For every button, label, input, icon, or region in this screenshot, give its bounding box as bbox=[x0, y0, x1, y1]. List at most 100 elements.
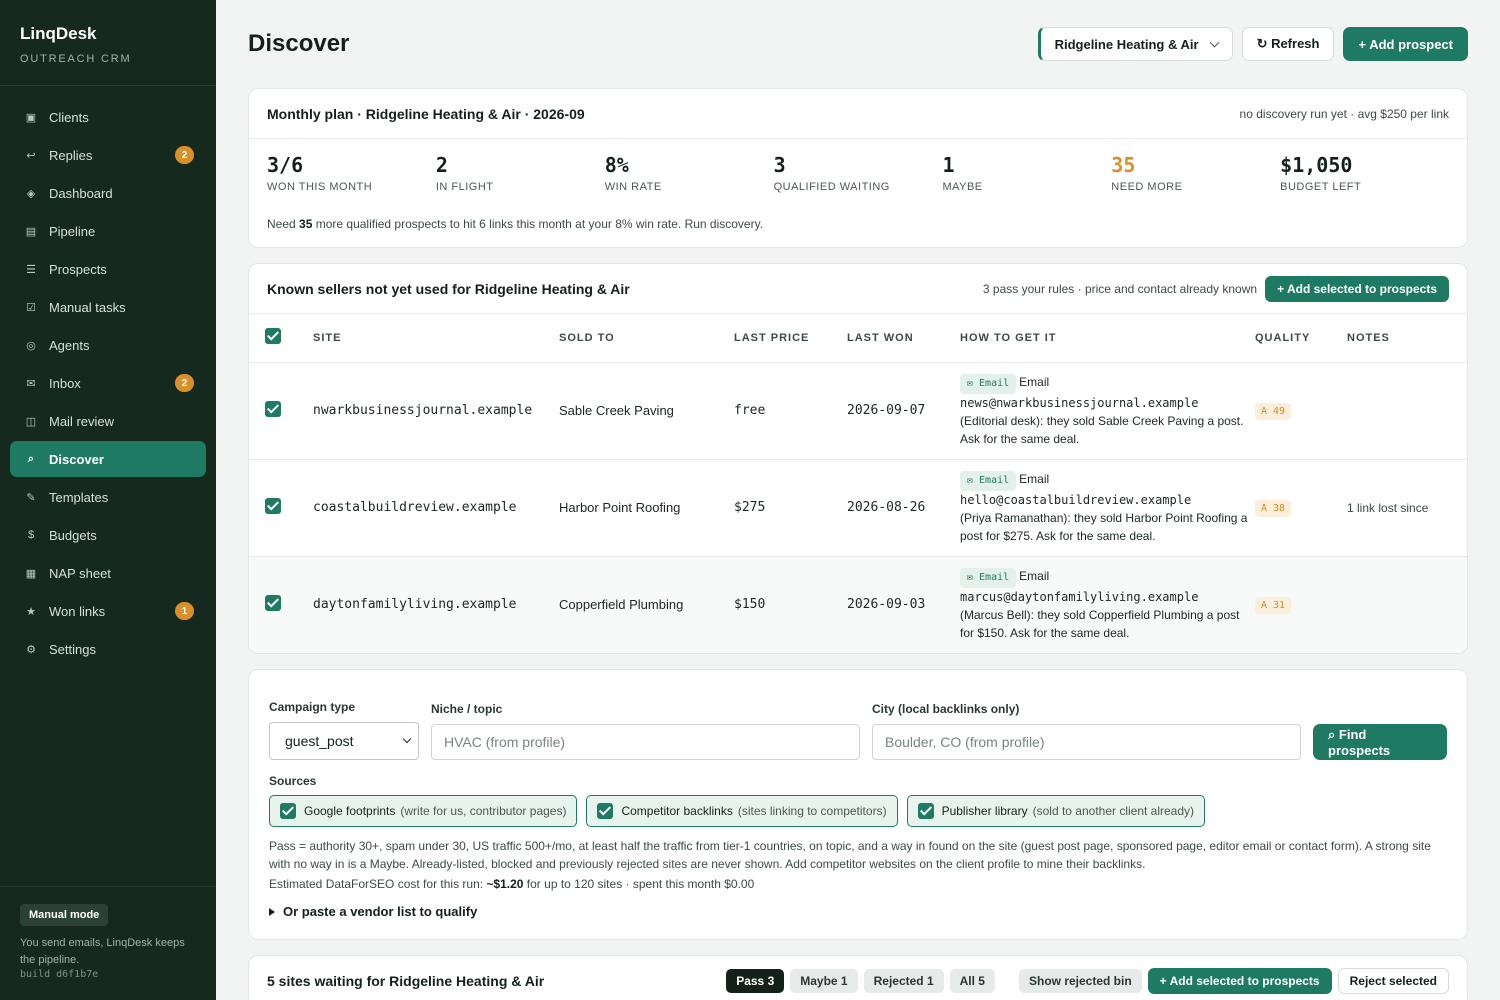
col-notes[interactable]: NOTES bbox=[1347, 314, 1467, 363]
last-won-cell: 2026-09-07 bbox=[847, 362, 960, 460]
paste-vendor-list-toggle[interactable]: Or paste a vendor list to qualify bbox=[269, 904, 1447, 919]
site-cell[interactable]: daytonfamilyliving.example bbox=[295, 556, 559, 653]
filter-rejected[interactable]: Rejected 1 bbox=[863, 969, 944, 993]
sidebar-item-nap-sheet[interactable]: ▦ NAP sheet bbox=[10, 555, 206, 591]
source-hint: (sold to another client already) bbox=[1032, 804, 1195, 818]
col-how-to-get-it[interactable]: HOW TO GET IT bbox=[960, 314, 1255, 363]
row-checkbox[interactable] bbox=[265, 498, 281, 514]
sidebar-item-mail-review[interactable]: ◫ Mail review bbox=[10, 403, 206, 439]
add-prospect-button[interactable]: + Add prospect bbox=[1343, 27, 1468, 61]
last-won-cell: 2026-08-26 bbox=[847, 459, 960, 557]
site-cell[interactable]: coastalbuildreview.example bbox=[295, 459, 559, 557]
filter-maybe[interactable]: Maybe 1 bbox=[790, 969, 858, 993]
page-title: Discover bbox=[248, 30, 350, 57]
sidebar-item-label: Clients bbox=[49, 109, 89, 125]
plan-note-number: 35 bbox=[299, 217, 313, 231]
sidebar-item-replies[interactable]: ↩ Replies 2 bbox=[10, 137, 206, 173]
sidebar-item-settings[interactable]: ⚙ Settings bbox=[10, 631, 206, 667]
row-checkbox[interactable] bbox=[265, 595, 281, 612]
source-option[interactable]: Competitor backlinks (sites linking to co… bbox=[586, 795, 898, 827]
contact-email[interactable]: news@nwarkbusinessjournal.example bbox=[960, 396, 1198, 410]
source-checkbox[interactable] bbox=[280, 803, 296, 819]
sidebar-item-discover[interactable]: ⌕ Discover bbox=[10, 441, 206, 477]
budgets-icon: $ bbox=[27, 529, 35, 541]
sidebar-item-label: NAP sheet bbox=[49, 565, 111, 581]
campaign-type-select[interactable]: guest_post bbox=[269, 722, 419, 760]
source-option[interactable]: Publisher library (sold to another client… bbox=[906, 795, 1206, 827]
build-id: build d6f1b7e bbox=[20, 969, 99, 980]
filter-all[interactable]: All 5 bbox=[949, 969, 995, 993]
how-to-get-it-cell: ✉ Email Email marcus@daytonfamilyliving.ex… bbox=[960, 556, 1255, 653]
source-option[interactable]: Google footprints (write for us, contribu… bbox=[269, 795, 578, 827]
reject-selected-button[interactable]: Reject selected bbox=[1337, 968, 1449, 994]
method-label: Email bbox=[1019, 569, 1050, 584]
table-row[interactable]: nwarkbusinessjournal.example Sable Creek … bbox=[249, 362, 1467, 460]
sidebar-item-clients[interactable]: ▣ Clients bbox=[10, 99, 206, 135]
plan-stats: 3/6 WON THIS MONTH 2 IN FLIGHT 8% WIN RATE 3 QU… bbox=[249, 139, 1467, 193]
email-method-chip: ✉ Email bbox=[960, 374, 1017, 394]
col-quality[interactable]: QUALITY bbox=[1255, 314, 1347, 363]
sidebar-item-won-links[interactable]: ★ Won links 1 bbox=[10, 593, 206, 629]
cost-estimate: Estimated DataForSEO cost for this run: … bbox=[269, 877, 1447, 891]
add-selected-waiting-button[interactable]: + Add selected to prospects bbox=[1147, 968, 1332, 994]
sidebar-item-templates[interactable]: ✎ Templates bbox=[10, 479, 206, 515]
site-cell[interactable]: nwarkbusinessjournal.example bbox=[295, 362, 559, 460]
row-checkbox[interactable] bbox=[265, 401, 281, 417]
contact-email[interactable]: marcus@daytonfamilyliving.example bbox=[960, 590, 1198, 604]
monthly-plan-meta: no discovery run yet · avg $250 per link bbox=[1239, 106, 1449, 121]
col-sold-to[interactable]: SOLD TO bbox=[559, 314, 734, 363]
qualification-rules: Pass = authority 30+, spam under 30, US … bbox=[269, 839, 1431, 871]
find-prospects-button[interactable]: ⌕ Find prospects bbox=[1313, 724, 1447, 760]
notes-cell bbox=[1347, 556, 1467, 653]
quality-badge: A 38 bbox=[1255, 499, 1292, 517]
contact-email[interactable]: hello@coastalbuildreview.example bbox=[960, 493, 1191, 507]
won-links-icon: ★ bbox=[26, 605, 36, 618]
mode-badge[interactable]: Manual mode bbox=[20, 904, 109, 926]
select-all-checkbox[interactable] bbox=[265, 328, 281, 345]
how-to-get-it-cell: ✉ Email Email hello@coastalbuildreview.exa… bbox=[960, 459, 1255, 557]
how-to-get-it-cell: ✉ Email Email news@nwarkbusinessjournal.ex… bbox=[960, 362, 1255, 460]
sidebar-item-agents[interactable]: ◎ Agents bbox=[10, 327, 206, 363]
city-input[interactable]: Boulder, CO (from profile) bbox=[872, 724, 1301, 760]
source-checkbox[interactable] bbox=[597, 803, 614, 819]
disclosure-triangle-icon bbox=[269, 907, 275, 916]
cost-value: ~$1.20 bbox=[486, 877, 524, 891]
client-select[interactable]: Ridgeline Heating & Air bbox=[1037, 27, 1233, 61]
waiting-sites-header: 5 sites waiting for Ridgeline Heating & … bbox=[249, 956, 1467, 1000]
table-row[interactable]: coastalbuildreview.example Harbor Point R… bbox=[249, 459, 1467, 557]
show-rejected-bin-button[interactable]: Show rejected bin bbox=[1018, 969, 1142, 993]
known-sellers-title: Known sellers not yet used for Ridgeline… bbox=[267, 280, 630, 297]
sidebar-item-badge: 2 bbox=[175, 374, 194, 392]
monthly-plan-card: Monthly plan · Ridgeline Heating & Air ·… bbox=[248, 88, 1468, 248]
inbox-icon: ✉ bbox=[26, 377, 36, 390]
discovery-form-row: Campaign type guest_post Niche / topic H… bbox=[269, 700, 1447, 760]
sidebar-item-budgets[interactable]: $ Budgets bbox=[10, 517, 206, 553]
plan-stat-value: 3 bbox=[773, 153, 786, 177]
add-selected-sellers-button[interactable]: + Add selected to prospects bbox=[1265, 275, 1449, 302]
sidebar-item-prospects[interactable]: ☰ Prospects bbox=[10, 251, 206, 287]
clients-icon: ▣ bbox=[25, 111, 37, 124]
table-row[interactable]: daytonfamilyliving.example Copperfield Pl… bbox=[249, 556, 1467, 653]
cost-post: for up to 120 sites · spent this month $… bbox=[523, 877, 755, 891]
niche-input[interactable]: HVAC (from profile) bbox=[431, 724, 860, 760]
col-last-won[interactable]: LAST WON bbox=[847, 314, 960, 363]
col-last-price[interactable]: LAST PRICE bbox=[734, 314, 847, 363]
filter-pass[interactable]: Pass 3 bbox=[726, 969, 785, 993]
known-sellers-card: Known sellers not yet used for Ridgeline… bbox=[248, 263, 1468, 654]
pipeline-icon: ▤ bbox=[25, 225, 37, 238]
plan-stat: 8% WIN RATE bbox=[605, 153, 774, 193]
sidebar-item-dashboard[interactable]: ◈ Dashboard bbox=[10, 175, 206, 211]
nap-sheet-icon: ▦ bbox=[25, 567, 37, 580]
last-price-cell: free bbox=[734, 362, 847, 460]
sidebar-item-manual-tasks[interactable]: ☑ Manual tasks bbox=[10, 289, 206, 325]
monthly-plan-title: Monthly plan · Ridgeline Heating & Air ·… bbox=[267, 105, 585, 122]
source-checkbox[interactable] bbox=[917, 803, 934, 819]
sidebar-item-inbox[interactable]: ✉ Inbox 2 bbox=[10, 365, 206, 401]
topbar: Discover Ridgeline Heating & Air ↻ Refre… bbox=[248, 0, 1468, 88]
niche-label: Niche / topic bbox=[431, 702, 503, 716]
method-label: Email bbox=[1019, 472, 1050, 486]
sidebar-item-pipeline[interactable]: ▤ Pipeline bbox=[10, 213, 206, 249]
refresh-button[interactable]: ↻ Refresh bbox=[1241, 27, 1335, 61]
plan-stat-label: QUALIFIED WAITING bbox=[773, 181, 890, 193]
col-site[interactable]: SITE bbox=[295, 314, 559, 363]
